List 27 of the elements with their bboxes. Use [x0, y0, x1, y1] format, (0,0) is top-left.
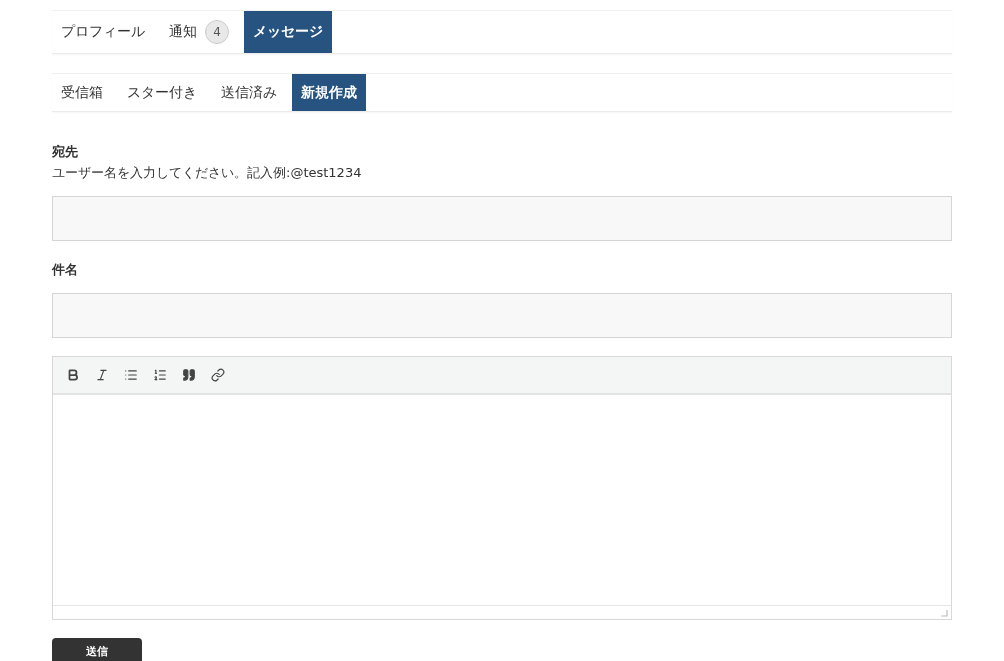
italic-icon[interactable]: [94, 368, 109, 382]
tab[interactable]: 新規作成: [292, 74, 366, 111]
input-field[interactable]: [52, 293, 952, 338]
send-button[interactable]: 送信: [52, 638, 142, 661]
field-label: 件名: [52, 261, 79, 279]
tab[interactable]: 送信済み: [212, 74, 286, 111]
help-text: ユーザー名を入力してください。記入例:@test1234: [52, 164, 363, 182]
link-icon[interactable]: [210, 368, 225, 382]
tab-label: 送信済み: [221, 83, 277, 102]
count-badge: 4: [205, 20, 229, 44]
tab-label: スター付き: [127, 83, 197, 102]
tab-label: プロフィール: [61, 23, 145, 41]
tab-label: 新規作成: [301, 83, 357, 102]
tab[interactable]: 通知 4: [160, 11, 238, 53]
input-field[interactable]: [52, 196, 952, 241]
tab[interactable]: メッセージ: [244, 11, 332, 53]
resize-handle-icon[interactable]: [940, 608, 948, 617]
bullet-list-icon[interactable]: [123, 368, 138, 382]
tab-label: 通知: [169, 23, 197, 41]
tab[interactable]: スター付き: [118, 74, 206, 111]
tab-label: メッセージ: [253, 23, 323, 41]
tab-label: 受信箱: [61, 83, 103, 102]
quote-icon[interactable]: [181, 368, 196, 382]
numbered-list-icon[interactable]: [152, 368, 167, 382]
tab[interactable]: 受信箱: [52, 74, 112, 111]
field-label: 宛先: [52, 143, 79, 161]
tab[interactable]: プロフィール: [52, 11, 154, 53]
